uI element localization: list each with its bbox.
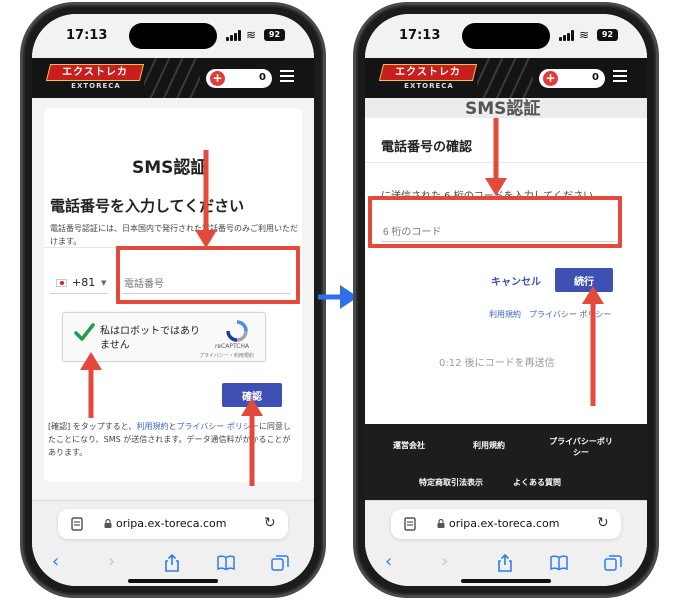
dynamic-island bbox=[129, 23, 217, 49]
tabs-icon[interactable] bbox=[270, 553, 290, 573]
safari-toolbar: oripa.ex-toreca.com ↻ ‹ › bbox=[365, 500, 647, 586]
recaptcha-label: 私はロボットではありません bbox=[100, 326, 200, 351]
back-icon[interactable]: ‹ bbox=[52, 553, 72, 573]
battery-icon: 92 bbox=[597, 29, 618, 41]
wifi-icon: ≋ bbox=[579, 28, 590, 42]
page-menu-icon[interactable] bbox=[70, 517, 84, 531]
share-icon[interactable] bbox=[495, 553, 515, 573]
home-indicator bbox=[128, 579, 218, 583]
tabs-icon[interactable] bbox=[603, 553, 623, 573]
terms-link[interactable]: 利用規約 bbox=[489, 309, 521, 320]
forward-icon[interactable]: › bbox=[108, 553, 128, 573]
extoreca-logo[interactable]: エクストレカ EXTORECA bbox=[378, 64, 478, 92]
logo-sub: EXTORECA bbox=[404, 82, 454, 90]
dynamic-island bbox=[462, 23, 550, 49]
plus-icon[interactable]: + bbox=[210, 71, 225, 86]
url-text: oripa.ex-toreca.com bbox=[116, 517, 227, 530]
status-time: 17:13 bbox=[399, 28, 441, 43]
footer-company-link[interactable]: 運営会社 bbox=[393, 440, 425, 451]
site-header: エクストレカ EXTORECA + 0 bbox=[32, 58, 314, 98]
chevron-down-icon[interactable]: ▼ bbox=[101, 279, 106, 287]
signal-icon bbox=[559, 30, 575, 41]
recaptcha-links[interactable]: プライバシー・利用規約 bbox=[199, 352, 254, 359]
bookmarks-icon[interactable] bbox=[216, 553, 236, 573]
phone-field-highlight bbox=[116, 246, 300, 304]
logo-main: エクストレカ bbox=[395, 67, 461, 78]
terms-prefix: [確認] をタップすると、 bbox=[48, 422, 137, 431]
back-icon[interactable]: ‹ bbox=[385, 553, 405, 573]
status-time: 17:13 bbox=[66, 28, 108, 43]
country-code-select[interactable]: +81 bbox=[72, 276, 95, 289]
reload-icon[interactable]: ↻ bbox=[264, 515, 276, 531]
header-stripes bbox=[477, 58, 533, 98]
phone-right: 17:13 ≋ 92 エクストレカ EXTORECA + 0 SMS認証 電話番… bbox=[353, 2, 659, 598]
address-bar[interactable]: oripa.ex-toreca.com ↻ bbox=[391, 509, 621, 539]
status-bar: 17:13 ≋ 92 bbox=[365, 14, 647, 58]
safari-toolbar: oripa.ex-toreca.com ↻ ‹ › bbox=[32, 500, 314, 586]
screen-right: 17:13 ≋ 92 エクストレカ EXTORECA + 0 SMS認証 電話番… bbox=[365, 14, 647, 586]
points-badge[interactable]: + 0 bbox=[539, 69, 605, 88]
hamburger-menu-icon[interactable] bbox=[280, 70, 294, 84]
logo-main: エクストレカ bbox=[62, 67, 128, 78]
phone-note: 電話番号認証には、日本国内で発行された電話番号のみご利用いただけます。 bbox=[50, 224, 298, 246]
footer-faq-link[interactable]: よくある質問 bbox=[513, 477, 561, 488]
phone-left: 17:13 ≋ 92 エクストレカ EXTORECA + 0 SMS認証 電話番… bbox=[20, 2, 326, 598]
resend-code-countdown: 0:12 後にコードを再送信 bbox=[439, 358, 555, 369]
home-indicator bbox=[461, 579, 551, 583]
recaptcha-logo-icon bbox=[226, 320, 248, 342]
arrow-up-to-confirm-button bbox=[241, 398, 263, 486]
arrow-down-to-phone-field bbox=[195, 150, 217, 248]
japan-flag-icon[interactable] bbox=[56, 279, 67, 287]
arrow-down-to-code-field bbox=[485, 118, 507, 196]
site-header: エクストレカ EXTORECA + 0 bbox=[365, 58, 647, 98]
reload-icon[interactable]: ↻ bbox=[597, 515, 609, 531]
address-bar[interactable]: oripa.ex-toreca.com ↻ bbox=[58, 509, 288, 539]
logo-sub: EXTORECA bbox=[71, 82, 121, 90]
extoreca-logo[interactable]: エクストレカ EXTORECA bbox=[45, 64, 145, 92]
bookmarks-icon[interactable] bbox=[549, 553, 569, 573]
checkmark-icon[interactable] bbox=[73, 321, 95, 343]
points-count: 0 bbox=[592, 72, 599, 83]
country-underline bbox=[50, 293, 108, 294]
terms-link[interactable]: 利用規約 bbox=[136, 422, 168, 431]
share-icon[interactable] bbox=[162, 553, 182, 573]
screen-left: 17:13 ≋ 92 エクストレカ EXTORECA + 0 SMS認証 電話番… bbox=[32, 14, 314, 586]
forward-icon[interactable]: › bbox=[441, 553, 461, 573]
page-menu-icon[interactable] bbox=[403, 517, 417, 531]
points-badge[interactable]: + 0 bbox=[206, 69, 272, 88]
recaptcha-brand: reCAPTCHA bbox=[215, 343, 250, 350]
footer-privacy-link[interactable]: プライバシーポリシー bbox=[549, 436, 613, 458]
footer-tokushoho-link[interactable]: 特定商取引法表示 bbox=[419, 477, 483, 488]
hamburger-menu-icon[interactable] bbox=[613, 70, 627, 84]
arrow-up-to-continue-button bbox=[582, 286, 604, 406]
battery-icon: 92 bbox=[264, 29, 285, 41]
signal-icon bbox=[226, 30, 242, 41]
arrow-up-to-checkbox bbox=[80, 352, 102, 418]
url-text: oripa.ex-toreca.com bbox=[449, 517, 560, 530]
code-field-highlight bbox=[368, 196, 622, 248]
page-title-behind: SMS認証 bbox=[465, 99, 541, 119]
dialog-title: 電話番号の確認 bbox=[381, 140, 473, 155]
lock-icon bbox=[437, 519, 445, 528]
lock-icon bbox=[104, 519, 112, 528]
status-bar: 17:13 ≋ 92 bbox=[32, 14, 314, 58]
flow-arrow-right-icon bbox=[318, 285, 358, 309]
plus-icon[interactable]: + bbox=[543, 71, 558, 86]
points-count: 0 bbox=[259, 72, 266, 83]
header-stripes bbox=[144, 58, 200, 98]
footer-terms-link[interactable]: 利用規約 bbox=[473, 440, 505, 451]
cancel-button[interactable]: キャンセル bbox=[491, 273, 541, 288]
wifi-icon: ≋ bbox=[246, 28, 257, 42]
